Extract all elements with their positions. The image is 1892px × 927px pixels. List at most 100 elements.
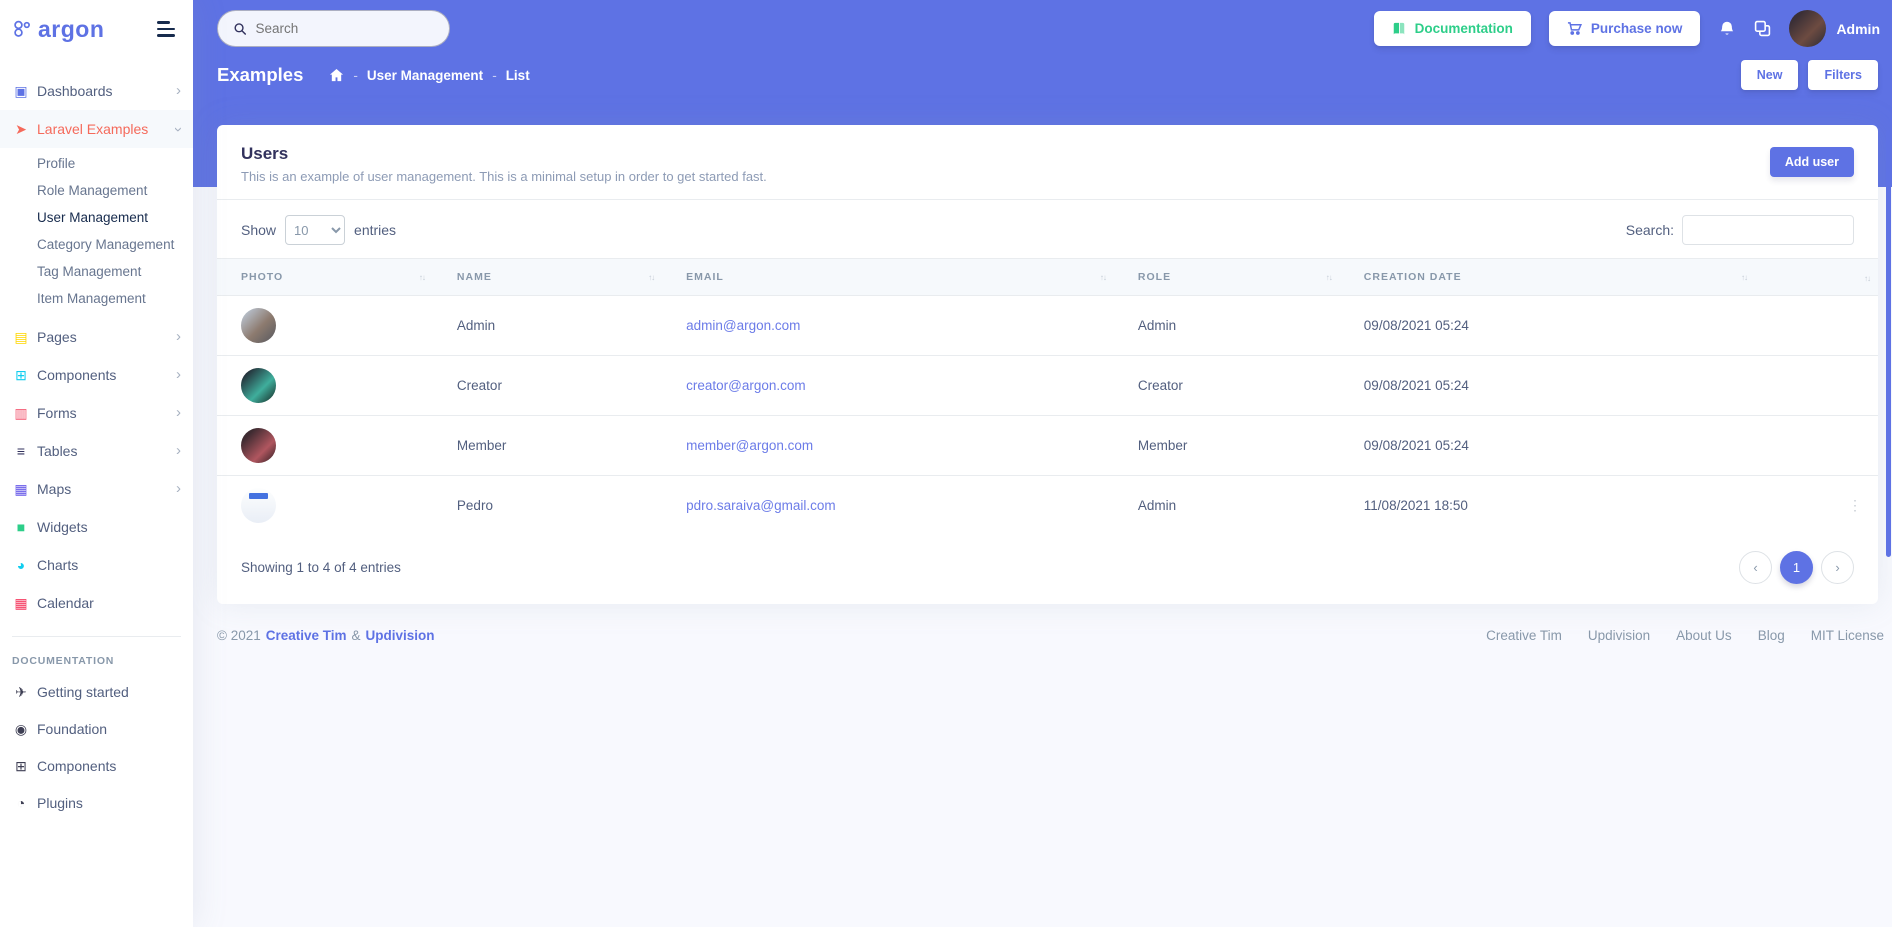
sidebar-item-charts[interactable]: ◕ Charts [0, 546, 193, 584]
sidebar-item-plugins[interactable]: ◔ Plugins [0, 784, 193, 821]
sidebar-toggle-button[interactable] [153, 17, 179, 41]
breadcrumb-item-list[interactable]: List [506, 68, 530, 83]
home-icon[interactable] [329, 68, 344, 83]
sidebar-subitem-user-management[interactable]: User Management [0, 204, 193, 231]
card-header: Users This is an example of user managem… [217, 125, 1878, 200]
bell-icon [1718, 20, 1736, 38]
sidebar-item-laravel-examples[interactable]: ➤ Laravel Examples › [0, 110, 193, 148]
user-email-link[interactable]: creator@argon.com [686, 378, 806, 393]
user-photo[interactable] [241, 428, 276, 463]
user-menu[interactable]: Admin [1789, 10, 1880, 47]
sidebar-subitem-tag-management[interactable]: Tag Management [0, 258, 193, 285]
card-title: Users [241, 144, 1854, 164]
user-email-link[interactable]: member@argon.com [686, 438, 813, 453]
column-header-actions[interactable] [1755, 259, 1878, 296]
table-header-row: Photo Name Email [217, 259, 1878, 296]
pagination-page-1[interactable]: 1 [1780, 551, 1813, 584]
global-search[interactable] [217, 10, 450, 47]
sidebar-item-widgets[interactable]: ■ Widgets [0, 508, 193, 546]
column-header-name[interactable]: Name [433, 259, 662, 296]
card-subtitle: This is an example of user management. T… [241, 169, 1854, 184]
new-button[interactable]: New [1741, 60, 1799, 90]
page-size-select[interactable]: 10 [285, 215, 345, 245]
maps-icon: ▦ [12, 482, 30, 496]
documentation-button[interactable]: Documentation [1374, 11, 1531, 46]
page-footer: © 2021 Creative Tim & Updivision Creativ… [193, 604, 1892, 643]
table-row: Admin admin@argon.com Admin 09/08/2021 0… [217, 296, 1878, 356]
plugins-icon: ◔ [12, 796, 30, 810]
sidebar-item-maps[interactable]: ▦ Maps › [0, 470, 193, 508]
widgets-icon: ■ [12, 520, 30, 534]
scrollbar-thumb[interactable] [1886, 130, 1891, 557]
user-role-cell: Member [1138, 438, 1188, 453]
user-role-cell: Creator [1138, 378, 1183, 393]
column-header-role[interactable]: Role [1114, 259, 1340, 296]
user-email-link[interactable]: admin@argon.com [686, 318, 800, 333]
user-photo[interactable] [241, 368, 276, 403]
sidebar-item-foundation[interactable]: ◉ Foundation [0, 710, 193, 747]
creative-tim-link[interactable]: Creative Tim [266, 628, 347, 643]
user-photo[interactable] [241, 308, 276, 343]
user-photo[interactable] [241, 488, 276, 523]
chevron-right-icon: › [176, 443, 181, 458]
table-row: Creator creator@argon.com Creator 09/08/… [217, 356, 1878, 416]
row-actions-icon[interactable] [1779, 497, 1870, 514]
sidebar-subitem-item-management[interactable]: Item Management [0, 285, 193, 312]
table-controls: Show 10 entries Search: [217, 200, 1878, 258]
footer-link-creative-tim[interactable]: Creative Tim [1486, 628, 1562, 643]
sort-icons[interactable] [419, 273, 425, 282]
pagination-next-button[interactable]: › [1821, 551, 1854, 584]
top-navbar: Documentation Purchase now [193, 0, 1892, 57]
sidebar-item-components[interactable]: ⊞ Components [0, 747, 193, 784]
sort-icons[interactable] [1326, 273, 1332, 282]
add-user-button[interactable]: Add user [1770, 147, 1854, 177]
creation-date-cell: 09/08/2021 05:24 [1364, 318, 1469, 333]
entries-label: entries [354, 222, 396, 238]
sidebar-subitem-category-management[interactable]: Category Management [0, 231, 193, 258]
footer-link-blog[interactable]: Blog [1758, 628, 1785, 643]
chevron-right-icon: › [176, 405, 181, 420]
user-name-cell: Admin [457, 318, 495, 333]
breadcrumb-item-user-management[interactable]: User Management [367, 68, 483, 83]
pages-icon: ▤ [12, 330, 30, 344]
user-email-link[interactable]: pdro.saraiva@gmail.com [686, 498, 836, 513]
purchase-now-button[interactable]: Purchase now [1549, 11, 1701, 46]
sidebar-item-tables[interactable]: ≡ Tables › [0, 432, 193, 470]
apps-button[interactable] [1754, 20, 1771, 37]
footer-link-updivision[interactable]: Updivision [1588, 628, 1650, 643]
sidebar-item-components[interactable]: ⊞ Components › [0, 356, 193, 394]
breadcrumb-separator: - [492, 68, 497, 83]
updivision-link[interactable]: Updivision [366, 628, 435, 643]
sidebar: argon ▣ Dashboards › ➤ Laravel Examples … [0, 0, 193, 927]
argon-logo[interactable]: argon [12, 16, 104, 43]
sidebar-item-getting-started[interactable]: ✈ Getting started [0, 673, 193, 710]
pagination-prev-button[interactable]: ‹ [1739, 551, 1772, 584]
column-header-photo[interactable]: Photo [217, 259, 433, 296]
filters-button[interactable]: Filters [1808, 60, 1878, 90]
sidebar-item-pages[interactable]: ▤ Pages › [0, 318, 193, 356]
notifications-button[interactable] [1718, 20, 1736, 38]
sort-icons[interactable] [648, 273, 654, 282]
creation-date-cell: 09/08/2021 05:24 [1364, 438, 1469, 453]
sidebar-nav: ▣ Dashboards › ➤ Laravel Examples › Prof… [0, 58, 193, 821]
sort-icons[interactable] [1741, 273, 1747, 282]
show-label: Show [241, 222, 276, 238]
sidebar-item-calendar[interactable]: ▦ Calendar [0, 584, 193, 622]
sort-icons[interactable] [1100, 273, 1106, 282]
column-header-creation-date[interactable]: Creation date [1340, 259, 1755, 296]
sidebar-subitem-profile[interactable]: Profile [0, 150, 193, 177]
breadcrumb-separator: - [353, 68, 358, 83]
users-table: Photo Name Email [217, 258, 1878, 535]
search-input[interactable] [255, 21, 433, 36]
dashboards-icon: ▣ [12, 84, 30, 98]
chevron-right-icon: › [1835, 560, 1839, 575]
sort-icons[interactable] [1864, 274, 1870, 283]
sidebar-item-dashboards[interactable]: ▣ Dashboards › [0, 72, 193, 110]
footer-link-mit-license[interactable]: MIT License [1811, 628, 1884, 643]
user-name-label: Admin [1836, 21, 1880, 37]
footer-link-about-us[interactable]: About Us [1676, 628, 1732, 643]
sidebar-item-forms[interactable]: ▥ Forms › [0, 394, 193, 432]
sidebar-subitem-role-management[interactable]: Role Management [0, 177, 193, 204]
table-search-input[interactable] [1682, 215, 1854, 245]
column-header-email[interactable]: Email [662, 259, 1114, 296]
